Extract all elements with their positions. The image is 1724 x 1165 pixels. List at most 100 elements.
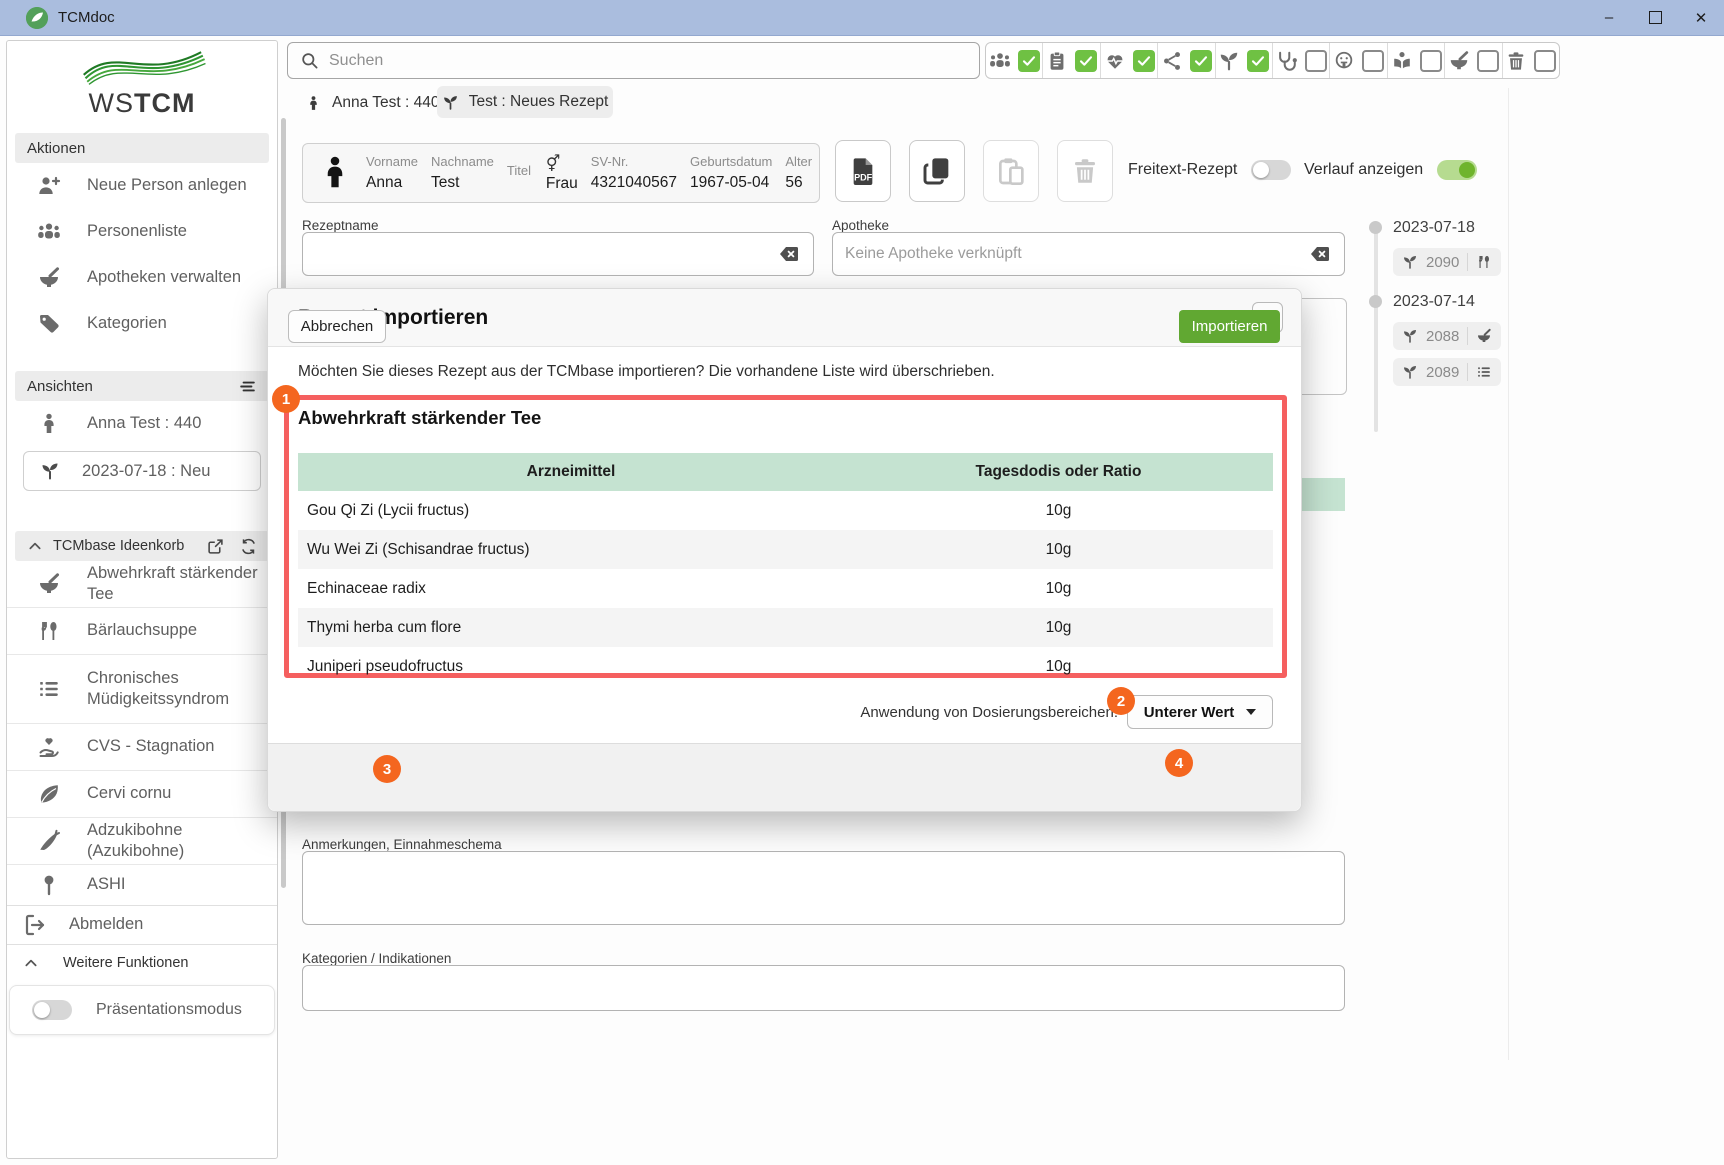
checkbox-unchecked-icon[interactable]	[1534, 50, 1556, 72]
delete-recipe-button[interactable]	[1057, 140, 1113, 202]
kategorien-input[interactable]	[302, 965, 1345, 1011]
idea-item-abwehrkraft[interactable]: Abwehrkraft stärkender Tee	[7, 561, 277, 607]
sidebar-item-kategorien[interactable]: Kategorien	[7, 301, 277, 347]
filter-pharmacy[interactable]	[1444, 43, 1501, 78]
checkbox-checked-icon[interactable]	[1247, 50, 1269, 72]
filter-persons[interactable]	[986, 43, 1042, 78]
minimize-button[interactable]: –	[1586, 0, 1632, 35]
app-logo-icon	[26, 7, 48, 29]
table-row[interactable]: Thymi herba cum flore 10g	[298, 608, 1273, 647]
table-row[interactable]: Echinaceae radix 10g	[298, 569, 1273, 608]
checkbox-checked-icon[interactable]	[1190, 50, 1212, 72]
checkbox-checked-icon[interactable]	[1133, 50, 1155, 72]
seedling-icon	[442, 94, 459, 111]
checkbox-unchecked-icon[interactable]	[1477, 50, 1499, 72]
panel-divider	[1508, 88, 1509, 1060]
rezeptname-input[interactable]	[302, 232, 814, 276]
table-row[interactable]: Gou Qi Zi (Lycii fructus) 10g	[298, 491, 1273, 530]
paste-icon	[995, 155, 1027, 187]
filter-reading[interactable]	[1387, 43, 1444, 78]
importieren-button[interactable]: Importieren	[1179, 310, 1280, 343]
idea-item-cvs-stagnation[interactable]: CVS - Stagnation	[7, 723, 277, 770]
mortar-pestle-icon	[1476, 328, 1492, 344]
filter-diagnosis[interactable]	[1100, 43, 1157, 78]
dosage-dropdown[interactable]: Unterer Wert	[1127, 695, 1273, 729]
filter-deleted[interactable]	[1502, 43, 1559, 78]
search-placeholder: Suchen	[329, 52, 383, 70]
field-geburtsdatum: Geburtsdatum 1967-05-04	[690, 154, 772, 192]
clear-input-icon[interactable]	[1308, 242, 1332, 266]
sidebar-item-personenliste[interactable]: Personenliste	[7, 209, 277, 255]
logo-text-bold: TCM	[134, 88, 195, 118]
annotation-badge-3: 3	[373, 755, 401, 783]
anmerkungen-label: Anmerkungen, Einnahmeschema	[302, 837, 502, 852]
filter-toolbar	[985, 42, 1560, 79]
external-link-icon[interactable]	[207, 538, 224, 555]
apotheke-input[interactable]: Keine Apotheke verknüpft	[832, 232, 1345, 276]
checkbox-unchecked-icon[interactable]	[1305, 50, 1327, 72]
sort-icon[interactable]	[238, 377, 257, 396]
checkbox-unchecked-icon[interactable]	[1420, 50, 1442, 72]
list-icon	[37, 677, 61, 701]
freitext-rezept-group: Freitext-Rezept	[1128, 160, 1291, 180]
maximize-icon	[1649, 11, 1662, 24]
field-geschlecht: ⚥ Frau	[546, 154, 578, 193]
idea-item-adzukibohne[interactable]: Adzukibohne (Azukibohne)	[7, 817, 277, 864]
sidebar-item-rezept-neu[interactable]: 2023-07-18 : Neu	[23, 451, 261, 491]
chevron-up-icon[interactable]	[27, 538, 43, 554]
presentation-mode-toggle[interactable]	[32, 1000, 72, 1020]
seedling-icon	[1402, 254, 1418, 270]
checkbox-unchecked-icon[interactable]	[1362, 50, 1384, 72]
timeline-entry-2088[interactable]: 2088	[1393, 322, 1501, 350]
idea-item-cervi-cornu[interactable]: Cervi cornu	[7, 770, 277, 817]
sidebar-item-abmelden[interactable]: Abmelden	[7, 905, 277, 944]
idea-item-baerlauchsuppe[interactable]: Bärlauchsuppe	[7, 607, 277, 654]
tab-neues-rezept[interactable]: Test : Neues Rezept	[437, 86, 613, 118]
logo-text-light: WS	[89, 88, 135, 118]
idea-item-ashi[interactable]: ASHI	[7, 864, 277, 905]
timeline-entry-2090[interactable]: 2090	[1393, 248, 1501, 276]
person-icon	[37, 412, 61, 436]
sidebar-item-neue-person[interactable]: Neue Person anlegen	[7, 163, 277, 209]
refresh-icon[interactable]	[240, 538, 257, 555]
filter-tongue[interactable]	[1329, 43, 1386, 78]
clear-input-icon[interactable]	[777, 242, 801, 266]
person-icon	[305, 95, 322, 112]
sidebar-item-anna-test[interactable]: Anna Test : 440	[7, 401, 277, 447]
copy-recipe-button[interactable]	[909, 140, 965, 202]
anmerkungen-textarea[interactable]	[302, 851, 1345, 925]
close-button[interactable]: ✕	[1678, 0, 1724, 35]
freitext-rezept-toggle[interactable]	[1251, 160, 1291, 180]
filter-share[interactable]	[1157, 43, 1214, 78]
leaf-icon	[37, 782, 61, 806]
kategorien-label: Kategorien / Indikationen	[302, 951, 451, 966]
annotation-badge-2: 2	[1107, 687, 1135, 715]
sidebar-item-weitere-funktionen[interactable]: Weitere Funktionen	[7, 944, 277, 981]
window-title: TCMdoc	[58, 9, 115, 26]
field-svnr: SV-Nr. 4321040567	[591, 154, 677, 192]
idea-item-chronisches[interactable]: Chronisches Müdigkeitssyndrom	[7, 654, 277, 723]
timeline-entry-2089[interactable]: 2089	[1393, 358, 1501, 386]
verlauf-anzeigen-toggle[interactable]	[1437, 160, 1477, 180]
verlauf-anzeigen-group: Verlauf anzeigen	[1304, 160, 1477, 180]
titlebar: TCMdoc – ✕	[0, 0, 1724, 36]
hand-heart-icon	[37, 735, 61, 759]
table-row[interactable]: Wu Wei Zi (Schisandrae fructus) 10g	[298, 530, 1273, 569]
paste-recipe-button[interactable]	[983, 140, 1039, 202]
pdf-export-button[interactable]	[835, 140, 891, 202]
sidebar: WSTCM Aktionen Neue Person anlegen Perso…	[6, 40, 278, 1159]
filter-anamnesis[interactable]	[1042, 43, 1099, 78]
abbrechen-button[interactable]: Abbrechen	[288, 310, 386, 343]
tab-anna-test[interactable]: Anna Test : 440	[305, 90, 439, 116]
sidebar-item-apotheken[interactable]: Apotheken verwalten	[7, 255, 277, 301]
table-header-row: Arzneimittel Tagesdodis oder Ratio	[298, 453, 1273, 491]
search-input[interactable]: Suchen	[287, 42, 980, 79]
filter-stethoscope[interactable]	[1272, 43, 1329, 78]
modal-footer	[268, 743, 1301, 811]
table-row[interactable]: Juniperi pseudofructus 10g	[298, 647, 1273, 686]
section-header-ansichten: Ansichten	[15, 371, 269, 401]
checkbox-checked-icon[interactable]	[1075, 50, 1097, 72]
checkbox-checked-icon[interactable]	[1018, 50, 1040, 72]
maximize-button[interactable]	[1632, 0, 1678, 35]
filter-recipe[interactable]	[1215, 43, 1272, 78]
